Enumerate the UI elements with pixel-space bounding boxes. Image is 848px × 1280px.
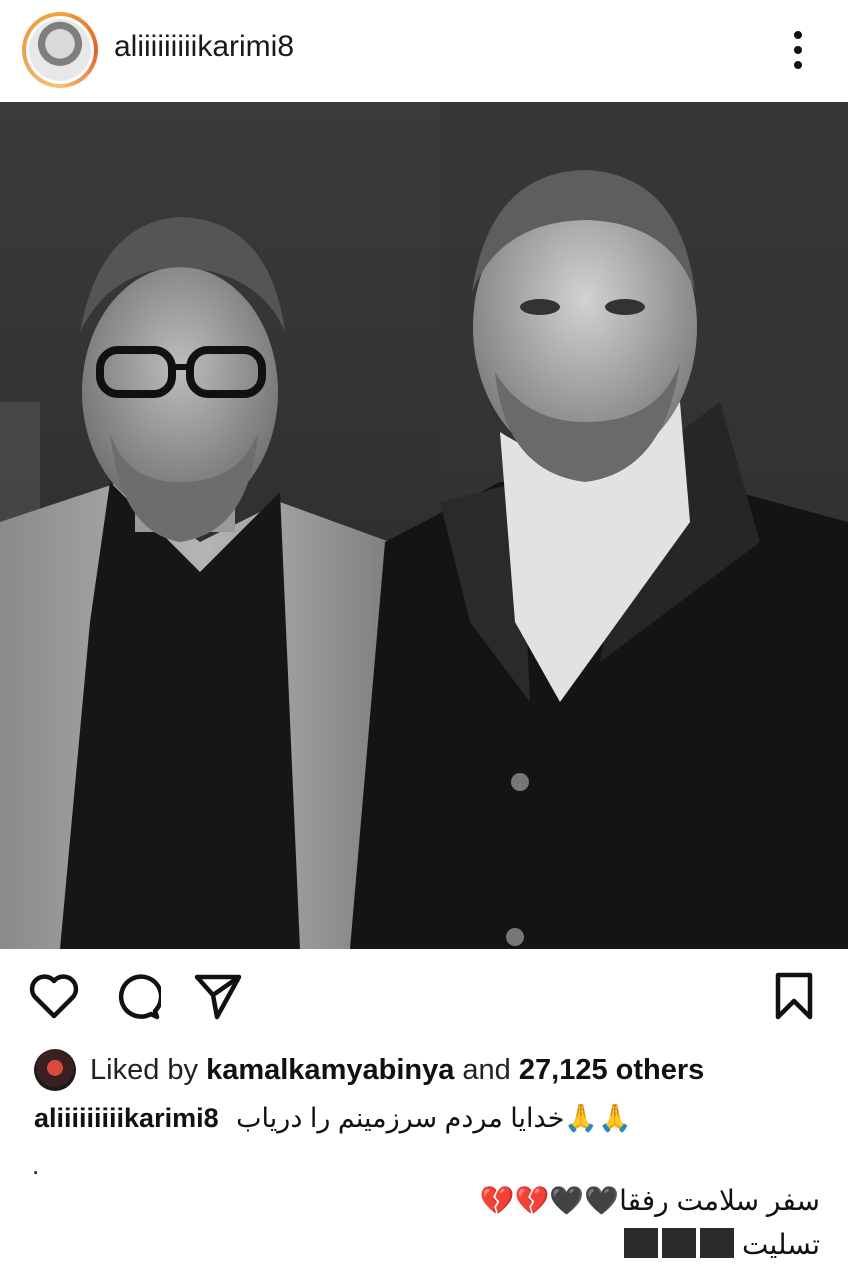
- comment-icon[interactable]: [108, 968, 164, 1024]
- liker-username[interactable]: kamalkamyabinya: [206, 1054, 454, 1086]
- black-square-blocks: [620, 1228, 735, 1265]
- profile-avatar[interactable]: [22, 12, 98, 88]
- likes-summary[interactable]: Liked by kamalkamyabinya and 27,125 othe…: [34, 1048, 704, 1092]
- send-icon[interactable]: [190, 968, 246, 1024]
- post-photo[interactable]: [0, 102, 848, 949]
- bookmark-icon[interactable]: [766, 968, 822, 1024]
- more-vertical-icon[interactable]: [778, 24, 818, 76]
- likes-text: Liked by kamalkamyabinya and 27,125 othe…: [90, 1053, 705, 1086]
- caption-line-2-text: تسلیت: [742, 1229, 820, 1260]
- caption-text: خدایا مردم سرزمینم را دریاب🙏🙏: [236, 1103, 632, 1133]
- caption-username[interactable]: aliiiiiiiiikarimi8: [34, 1103, 219, 1133]
- post-header: aliiiiiiiiikarimi8: [0, 0, 848, 102]
- liker-avatar: [34, 1049, 76, 1091]
- caption-line-2: تسلیت: [620, 1228, 820, 1265]
- caption-dot: .: [32, 1150, 40, 1180]
- caption-line-1: سفر سلامت رفقا🖤🖤💔💔: [479, 1185, 820, 1216]
- heart-outline-icon[interactable]: [26, 968, 82, 1024]
- post-actions: [0, 960, 848, 1040]
- caption: aliiiiiiiiikarimi8 خدایا مردم سرزمینم را…: [34, 1102, 632, 1134]
- likes-count[interactable]: 27,125 others: [519, 1054, 704, 1086]
- username-link[interactable]: aliiiiiiiiikarimi8: [114, 30, 294, 64]
